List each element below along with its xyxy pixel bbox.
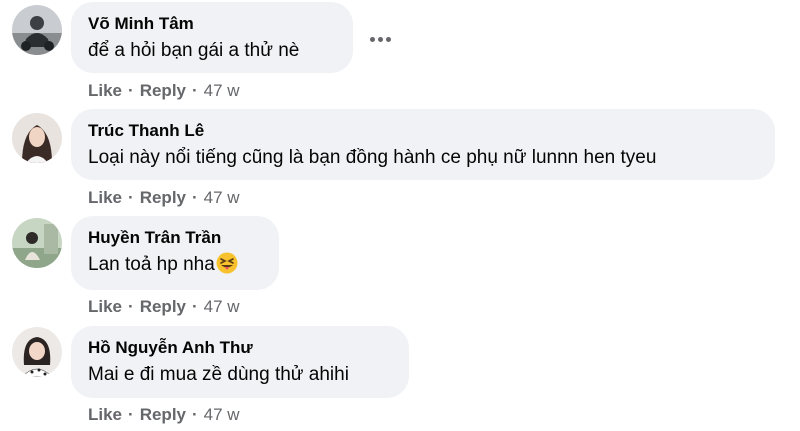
comment-item: Hồ Nguyễn Anh Thư Mai e đi mua zề dùng t… bbox=[0, 324, 800, 431]
comment-text: Lan toả hp nha bbox=[88, 254, 215, 275]
comment-item: Trúc Thanh Lê Loại này nổi tiếng cũng là… bbox=[0, 108, 800, 218]
comment-timestamp[interactable]: 47 w bbox=[204, 188, 240, 207]
comment-item: Võ Minh Tâm để a hỏi bạn gái a thử nè Li… bbox=[0, 0, 800, 110]
comment-text: Mai e đi mua zề dùng thử ahihi bbox=[88, 364, 349, 385]
comment-actions: Like · Reply · 47 w bbox=[88, 297, 240, 317]
reply-button[interactable]: Reply bbox=[140, 297, 186, 316]
separator: · bbox=[192, 81, 198, 100]
comment-bubble: Huyền Trân Trần Lan toả hp nha bbox=[71, 216, 279, 290]
separator: · bbox=[128, 405, 134, 424]
separator: · bbox=[192, 297, 198, 316]
like-button[interactable]: Like bbox=[88, 297, 122, 316]
comment-author[interactable]: Võ Minh Tâm bbox=[88, 14, 336, 34]
comment-text: Loại này nổi tiếng cũng là bạn đồng hành… bbox=[88, 147, 657, 168]
separator: · bbox=[128, 297, 134, 316]
like-button[interactable]: Like bbox=[88, 405, 122, 424]
comment-author[interactable]: Trúc Thanh Lê bbox=[88, 121, 758, 141]
comment-actions: Like · Reply · 47 w bbox=[88, 405, 240, 425]
comment-text-line: Lan toả hp nha bbox=[88, 252, 262, 278]
separator: · bbox=[192, 188, 198, 207]
avatar[interactable] bbox=[12, 327, 62, 377]
separator: · bbox=[192, 405, 198, 424]
reply-button[interactable]: Reply bbox=[140, 405, 186, 424]
comment-text: để a hỏi bạn gái a thử nè bbox=[88, 40, 300, 61]
avatar[interactable] bbox=[12, 5, 62, 55]
more-options-icon[interactable] bbox=[365, 24, 395, 54]
reply-button[interactable]: Reply bbox=[140, 81, 186, 100]
avatar[interactable] bbox=[12, 113, 62, 163]
comment-bubble: Trúc Thanh Lê Loại này nổi tiếng cũng là… bbox=[71, 109, 775, 180]
comment-author[interactable]: Hồ Nguyễn Anh Thư bbox=[88, 338, 392, 358]
comment-timestamp[interactable]: 47 w bbox=[204, 405, 240, 424]
like-button[interactable]: Like bbox=[88, 188, 122, 207]
squinting-face-with-tongue-emoji bbox=[216, 252, 238, 274]
comment-item: Huyền Trân Trần Lan toả hp nha Like · Repl… bbox=[0, 216, 800, 326]
separator: · bbox=[128, 81, 134, 100]
comment-bubble: Võ Minh Tâm để a hỏi bạn gái a thử nè bbox=[71, 2, 353, 73]
like-button[interactable]: Like bbox=[88, 81, 122, 100]
comment-author[interactable]: Huyền Trân Trần bbox=[88, 228, 262, 248]
separator: · bbox=[128, 188, 134, 207]
comment-actions: Like · Reply · 47 w bbox=[88, 81, 240, 101]
comment-timestamp[interactable]: 47 w bbox=[204, 297, 240, 316]
avatar[interactable] bbox=[12, 218, 62, 268]
comment-timestamp[interactable]: 47 w bbox=[204, 81, 240, 100]
comment-bubble: Hồ Nguyễn Anh Thư Mai e đi mua zề dùng t… bbox=[71, 326, 409, 398]
comment-list: Võ Minh Tâm để a hỏi bạn gái a thử nè Li… bbox=[0, 0, 800, 431]
reply-button[interactable]: Reply bbox=[140, 188, 186, 207]
comment-actions: Like · Reply · 47 w bbox=[88, 188, 240, 208]
